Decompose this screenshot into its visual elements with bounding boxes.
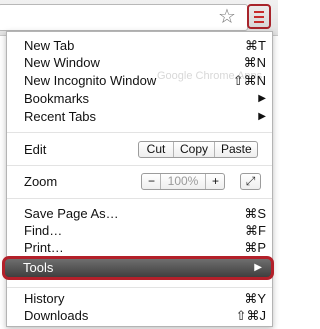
menu-item-shortcut: ⌘Y bbox=[244, 291, 266, 306]
menu-item-label: Bookmarks bbox=[24, 91, 90, 106]
menu-item-find[interactable]: Find… ⌘F bbox=[7, 222, 272, 240]
menu-item-new-incognito-window[interactable]: New Incognito Window ⇧⌘N bbox=[7, 72, 272, 90]
fullscreen-icon[interactable]: ⤢ bbox=[240, 173, 261, 190]
menu-separator bbox=[7, 198, 272, 199]
menu-item-label: Find… bbox=[24, 223, 63, 238]
menu-item-label: Tools bbox=[23, 260, 54, 275]
chrome-menu-button[interactable] bbox=[247, 4, 271, 29]
menu-item-label: New Tab bbox=[24, 38, 75, 53]
menu-item-label: Print… bbox=[24, 240, 64, 255]
submenu-arrow-icon: ▶ bbox=[258, 111, 266, 122]
menu-item-label: Edit bbox=[24, 142, 47, 157]
menu-item-new-tab[interactable]: New Tab ⌘T bbox=[7, 37, 272, 55]
zoom-level: 100% bbox=[160, 174, 205, 189]
copy-button[interactable]: Copy bbox=[173, 142, 214, 157]
menu-item-print[interactable]: Print… ⌘P bbox=[7, 239, 272, 257]
bookmark-star-icon[interactable]: ☆ bbox=[216, 5, 238, 27]
menu-bar-icon bbox=[254, 16, 264, 18]
menu-item-label: Save Page As… bbox=[24, 206, 119, 221]
menu-item-shortcut: ⌘S bbox=[244, 206, 266, 221]
submenu-arrow-icon: ▶ bbox=[254, 262, 262, 273]
menu-bar-icon bbox=[254, 11, 264, 13]
menu-item-shortcut: ⌘P bbox=[244, 240, 266, 255]
menu-item-shortcut: ⌘T bbox=[245, 38, 266, 53]
menu-item-label: Zoom bbox=[24, 174, 58, 189]
menu-item-label: Recent Tabs bbox=[24, 109, 97, 124]
menu-item-recent-tabs[interactable]: Recent Tabs ▶ bbox=[7, 108, 272, 126]
menu-separator bbox=[7, 287, 272, 288]
menu-item-label: New Incognito Window bbox=[24, 73, 157, 88]
menu-bar-icon bbox=[254, 21, 264, 23]
menu-item-label: New Window bbox=[24, 55, 100, 70]
chrome-main-menu: Google Chrome Apps New Tab ⌘T New Window… bbox=[6, 31, 273, 327]
zoom-out-button[interactable]: − bbox=[142, 174, 160, 189]
submenu-arrow-icon: ▶ bbox=[258, 93, 266, 104]
menu-item-edit: Edit Cut Copy Paste bbox=[7, 141, 272, 159]
menu-item-shortcut: ⌘N bbox=[243, 55, 266, 70]
zoom-in-button[interactable]: + bbox=[205, 174, 224, 189]
paste-button[interactable]: Paste bbox=[214, 142, 257, 157]
menu-item-label: Downloads bbox=[24, 308, 89, 323]
menu-item-shortcut: ⇧⌘N bbox=[232, 73, 266, 88]
menu-item-shortcut: ⇧⌘J bbox=[235, 308, 266, 323]
menu-separator bbox=[7, 132, 272, 133]
menu-item-new-window[interactable]: New Window ⌘N bbox=[7, 54, 272, 72]
menu-item-label: History bbox=[24, 291, 65, 306]
menu-item-bookmarks[interactable]: Bookmarks ▶ bbox=[7, 90, 272, 108]
menu-item-zoom: Zoom − 100% + ⤢ bbox=[7, 173, 272, 191]
cut-button[interactable]: Cut bbox=[139, 142, 173, 157]
menu-separator bbox=[7, 165, 272, 166]
address-bar[interactable] bbox=[0, 4, 248, 31]
menu-item-save-page-as[interactable]: Save Page As… ⌘S bbox=[7, 205, 272, 223]
menu-item-history[interactable]: History ⌘Y bbox=[7, 290, 272, 308]
zoom-control: − 100% + bbox=[141, 173, 225, 190]
menu-item-shortcut: ⌘F bbox=[245, 223, 266, 238]
menu-item-downloads[interactable]: Downloads ⇧⌘J bbox=[7, 307, 272, 325]
menu-item-tools[interactable]: Tools ▶ bbox=[2, 256, 274, 280]
edit-button-group: Cut Copy Paste bbox=[138, 141, 258, 158]
